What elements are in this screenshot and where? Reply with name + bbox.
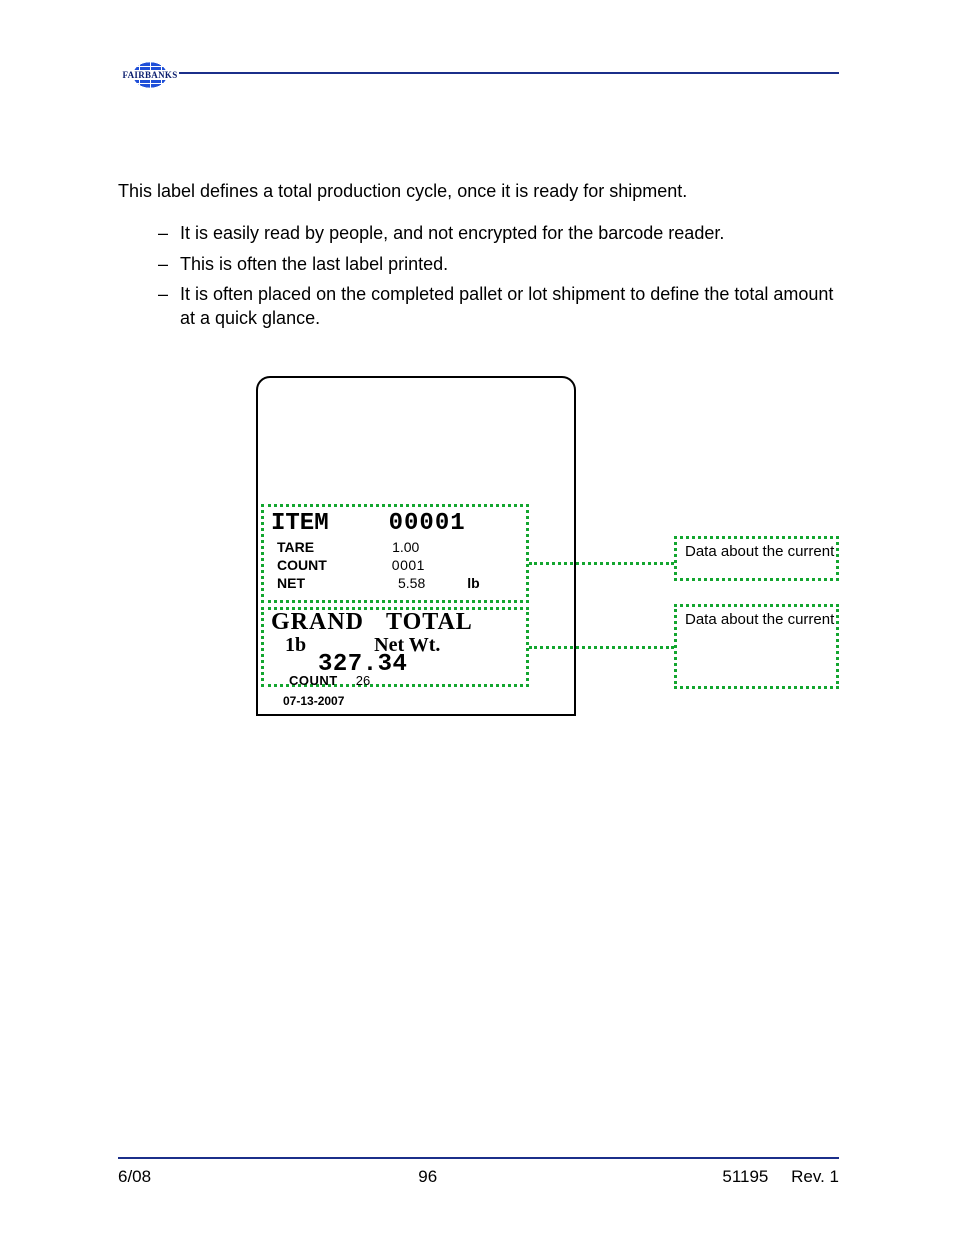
intro-paragraph: This label defines a total production cy… <box>118 180 839 203</box>
footer-rule <box>118 1157 839 1159</box>
ticket-row-date: 07-13-2007 <box>271 694 344 708</box>
net-value: 5.58 <box>398 575 425 591</box>
footer-date: 6/08 <box>118 1167 151 1187</box>
header-rule <box>178 72 839 74</box>
label-diagram: Data about the current Data about the cu… <box>118 376 839 736</box>
item-value: 00001 <box>389 510 466 537</box>
bullet-list: It is easily read by people, and not enc… <box>158 221 839 330</box>
ticket-row-count: COUNT 0001 <box>271 557 425 573</box>
page-footer: 6/08 96 51195 Rev. 1 <box>118 1167 839 1187</box>
ticket-row-tare: TARE 1.00 <box>271 539 419 555</box>
callout-text-2: Data about the current <box>685 611 835 630</box>
callout-connector-2 <box>529 646 674 649</box>
footer-doc-number: 51195 <box>722 1167 768 1186</box>
item-label: ITEM <box>271 510 329 537</box>
count2-label: COUNT <box>289 673 338 688</box>
tare-value: 1.00 <box>392 539 419 555</box>
grand-value: TOTAL <box>386 609 473 636</box>
grand-label: GRAND <box>271 609 364 636</box>
net-unit: lb <box>467 575 479 591</box>
callout-connector-1 <box>529 562 674 565</box>
page-header: FAIRBANKS <box>118 50 839 100</box>
ticket-row-item: ITEM 00001 <box>271 510 466 537</box>
footer-revision: Rev. 1 <box>791 1167 839 1186</box>
count-value: 0001 <box>392 557 425 573</box>
list-item: It is often placed on the completed pall… <box>158 282 839 331</box>
ticket-row-count2: COUNT 26 <box>271 673 370 688</box>
count2-value: 26 <box>356 673 370 688</box>
ticket-row-net: NET 5.58 lb <box>271 575 480 591</box>
globe-icon <box>122 54 178 96</box>
ticket-row-grand-total: GRAND TOTAL <box>271 609 473 636</box>
fairbanks-logo: FAIRBANKS <box>118 50 182 100</box>
document-page: FAIRBANKS This label defines a total pro… <box>0 0 954 1235</box>
count-label: COUNT <box>277 557 327 573</box>
footer-right: 51195 Rev. 1 <box>704 1167 839 1187</box>
lb-label: 1b <box>285 634 306 657</box>
ticket-date: 07-13-2007 <box>283 694 344 708</box>
net-label: NET <box>277 575 305 591</box>
footer-page-number: 96 <box>418 1167 437 1187</box>
callout-text-1: Data about the current <box>685 543 835 562</box>
list-item: It is easily read by people, and not enc… <box>158 221 839 245</box>
list-item: This is often the last label printed. <box>158 252 839 276</box>
tare-label: TARE <box>277 539 314 555</box>
